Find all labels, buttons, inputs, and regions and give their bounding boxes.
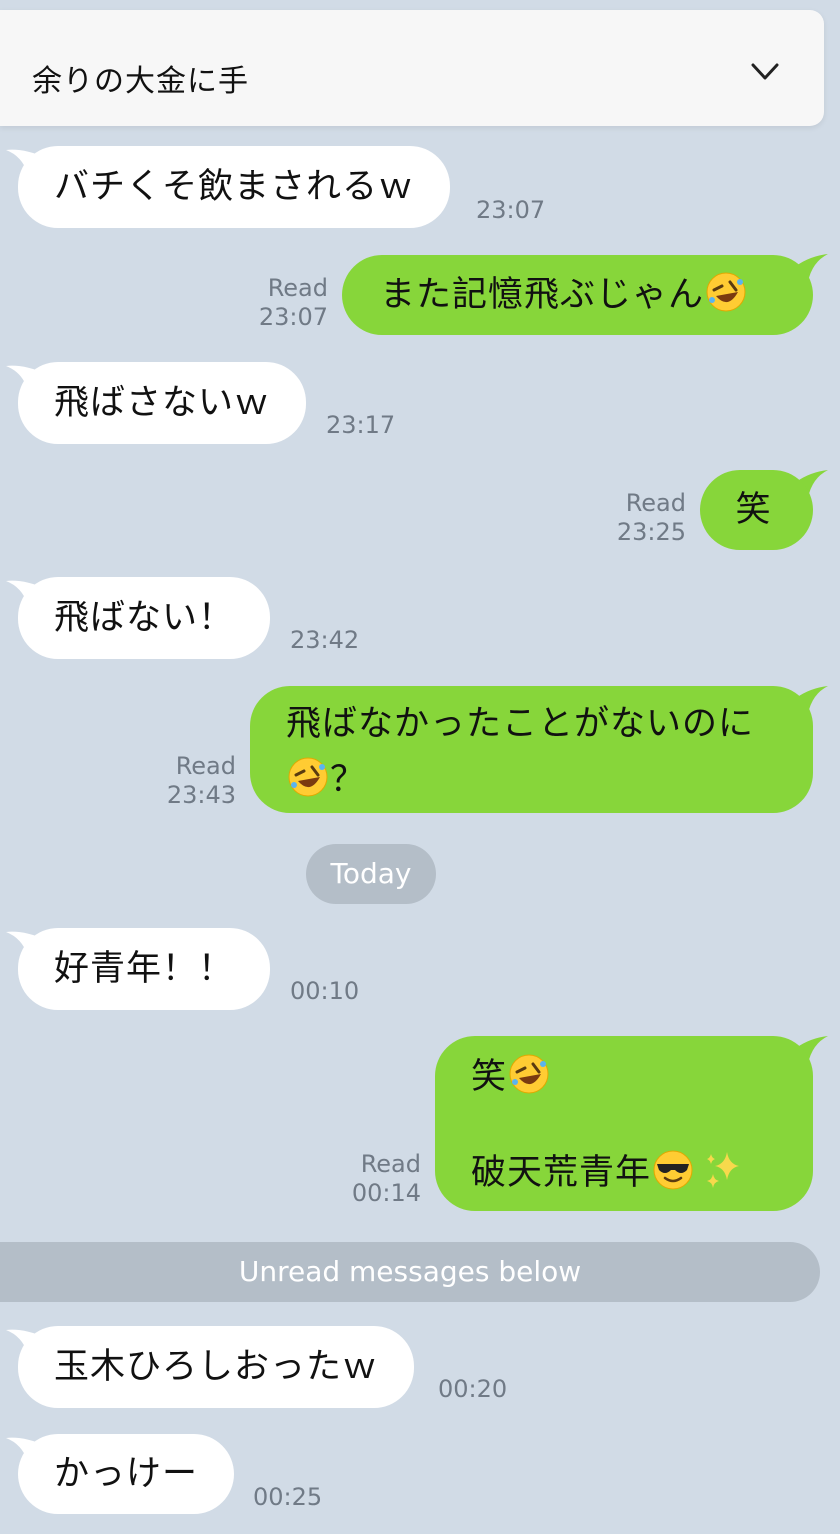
message-bubble[interactable]: バチくそ飲まされるｗ — [18, 146, 451, 228]
chat-header: 余りの大金に手 — [0, 10, 824, 126]
message-read-meta: Read 00:14 — [330, 1150, 421, 1208]
message-text: ？ — [330, 760, 367, 800]
message-bubble[interactable]: 笑 — [700, 470, 813, 550]
message-bubble[interactable]: 笑 破天荒青年 — [435, 1036, 813, 1211]
message-text-line-2: 破天荒青年 — [471, 1148, 813, 1198]
message-bubble[interactable]: 飛ばない！ — [18, 577, 271, 659]
message-text-line: 笑 — [471, 1052, 813, 1102]
message-time: 00:25 — [253, 1483, 323, 1511]
read-receipt: Read — [360, 1150, 421, 1178]
message-time: 23:17 — [326, 411, 396, 439]
message-bubble[interactable]: 飛ばさないｗ — [18, 362, 307, 444]
message-read-meta: Read 23:07 — [240, 274, 328, 332]
message-time: 23:43 — [166, 781, 236, 809]
message-time: 00:14 — [351, 1179, 421, 1207]
message-time: 23:07 — [258, 303, 328, 331]
read-receipt: Read — [175, 752, 236, 780]
read-receipt: Read — [267, 274, 328, 302]
rolling-on-floor-laughing-emoji — [286, 755, 330, 799]
message-bubble[interactable]: 玉木ひろしおったｗ — [18, 1326, 415, 1408]
message-time: 23:42 — [290, 626, 360, 654]
read-receipt: Read — [625, 489, 686, 517]
message-time: 23:07 — [476, 196, 546, 224]
date-divider: Today — [306, 844, 436, 904]
sunglasses-face-emoji — [651, 1148, 695, 1192]
rolling-on-floor-laughing-emoji — [507, 1052, 551, 1096]
message-bubble[interactable]: また記憶飛ぶじゃん — [342, 255, 813, 335]
message-bubble[interactable]: 好青年！！ — [18, 928, 271, 1010]
chat-title: 余りの大金に手 — [32, 64, 249, 99]
message-text: 笑 — [471, 1057, 508, 1097]
message-text-line-2: ？ — [286, 752, 813, 808]
message-time: 23:25 — [616, 518, 686, 546]
message-bubble[interactable]: かっけー — [18, 1434, 235, 1514]
sparkles-emoji — [701, 1148, 745, 1192]
message-time: 00:10 — [290, 977, 360, 1005]
message-text: また記憶飛ぶじゃん — [380, 275, 705, 315]
unread-divider: Unread messages below — [0, 1242, 820, 1302]
message-read-meta: Read 23:43 — [146, 752, 236, 810]
message-text-line: 飛ばなかったことがないのに — [286, 704, 755, 744]
message-text: 破天荒青年 — [471, 1153, 652, 1193]
message-read-meta: Read 23:25 — [596, 489, 686, 547]
rolling-on-floor-laughing-emoji — [704, 263, 748, 312]
chevron-down-icon[interactable] — [750, 60, 780, 84]
message-bubble[interactable]: 飛ばなかったことがないのに ？ — [250, 686, 813, 813]
message-time: 00:20 — [438, 1375, 508, 1403]
